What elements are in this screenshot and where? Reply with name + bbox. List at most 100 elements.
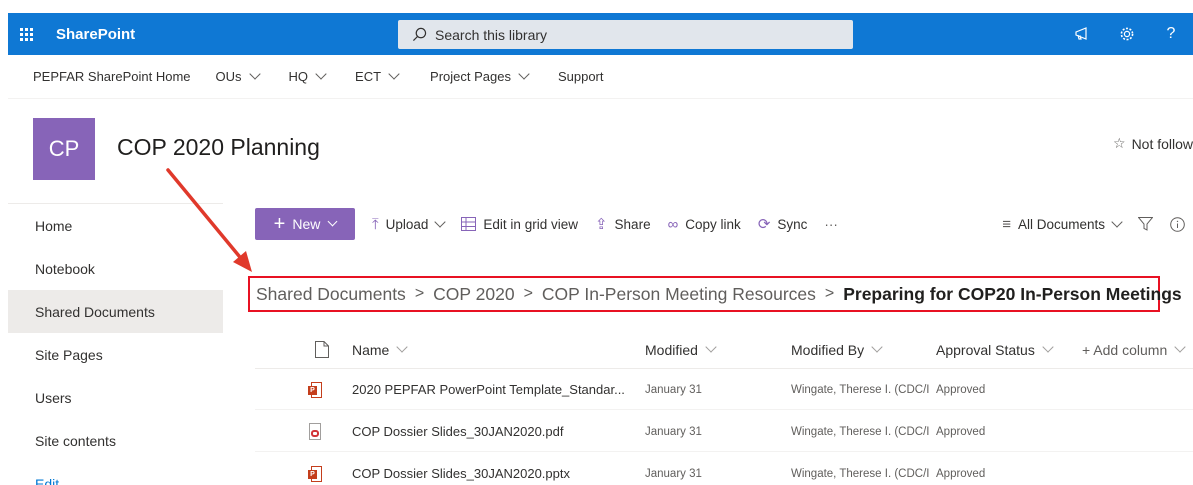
powerpoint-file-icon: P [308,381,322,398]
filter-icon [1138,217,1153,231]
modified-by[interactable]: Wingate, Therese I. (CDC/I [791,411,929,452]
link-icon: ∞ [667,215,679,233]
edit-grid-view-button[interactable]: Edit in grid view [461,217,578,232]
hub-nav-label: Support [557,69,604,84]
hub-nav-item[interactable]: HQ [288,68,327,84]
app-launcher-button[interactable] [8,13,44,55]
breadcrumb: Shared Documents > COP 2020 > COP In-Per… [248,276,1182,312]
left-navigation: Home Notebook Shared Documents Site Page… [8,203,223,485]
hub-navigation: PEPFAR SharePoint Home OUs HQ ECT Projec… [8,55,1193,99]
chevron-down-icon [434,215,447,228]
app-name-link[interactable]: SharePoint [56,26,135,43]
upload-button[interactable]: ⤒ Upload [372,215,447,233]
nav-item-home[interactable]: Home [8,204,223,247]
column-header-modified[interactable]: Modified [645,341,717,358]
nav-item-notebook[interactable]: Notebook [8,247,223,290]
breadcrumb-item[interactable]: COP 2020 [433,284,514,305]
file-type-icon[interactable] [315,341,329,358]
nav-item-users[interactable]: Users [8,376,223,419]
follow-label: Not follow [1131,135,1193,152]
hub-nav-item[interactable]: Project Pages [430,68,530,84]
hub-nav-item[interactable]: OUs [215,68,261,84]
copy-link-button[interactable]: ∞ Copy link [668,216,741,233]
nav-item-shared-documents[interactable]: Shared Documents [8,290,223,333]
view-label: All Documents [1017,216,1105,232]
modified-by[interactable]: Wingate, Therese I. (CDC/I [791,453,929,485]
column-header-modified-by[interactable]: Modified By [791,341,883,358]
approval-status: Approved [936,425,986,438]
sync-icon: ⟳ [757,216,771,233]
chevron-right-icon: > [824,285,835,302]
chevron-right-icon: > [414,285,425,302]
file-name-link[interactable]: COP Dossier Slides_30JAN2020.pptx [352,453,570,485]
grid-icon [461,217,477,231]
column-header-label: Modified By [791,341,865,358]
hub-nav-label: Project Pages [430,69,511,84]
hub-nav-item[interactable]: ECT [355,68,400,84]
column-header-name[interactable]: Name [352,341,409,358]
table-row[interactable]: COP Dossier Slides_30JAN2020.pdf January… [255,411,1193,452]
chevron-down-icon [396,341,409,353]
chevron-down-icon [248,68,261,80]
star-icon: ☆ [1113,135,1126,151]
hub-nav-label: HQ [288,69,309,84]
chevron-down-icon [518,68,530,80]
chevron-down-icon [315,68,327,80]
new-button[interactable]: + New [255,208,355,240]
view-list-icon: ≡ [1002,215,1011,233]
powerpoint-file-icon: P [308,465,322,482]
site-title[interactable]: COP 2020 Planning [117,134,320,161]
gear-icon[interactable] [1105,13,1149,55]
info-button[interactable] [1170,216,1185,232]
help-icon[interactable]: ? [1149,13,1193,55]
file-name-link[interactable]: COP Dossier Slides_30JAN2020.pdf [352,411,564,452]
chevron-right-icon: > [523,285,533,302]
add-column-label: + Add column [1082,341,1168,358]
megaphone-icon[interactable] [1061,13,1105,55]
nav-edit-link[interactable]: Edit [8,462,223,485]
info-icon [1170,216,1185,232]
add-column-button[interactable]: + Add column [1082,341,1186,358]
chevron-down-icon [705,341,717,353]
share-button[interactable]: ⇪ Share [595,215,651,233]
hub-nav-item[interactable]: Support [558,69,604,84]
column-header-label: Approval Status [936,341,1035,358]
file-name-link[interactable]: 2020 PEPFAR PowerPoint Template_Standar.… [352,369,625,410]
chevron-down-icon [1174,341,1186,353]
chevron-down-icon [1042,341,1054,353]
modified-by[interactable]: Wingate, Therese I. (CDC/I [791,369,929,410]
nav-item-site-contents[interactable]: Site contents [8,419,223,462]
waffle-icon [19,27,33,41]
hub-nav-label: ECT [355,69,382,84]
filter-button[interactable] [1138,217,1153,231]
column-header-label: Name [352,341,390,358]
hub-nav-label: OUs [215,69,242,84]
more-button[interactable]: ··· [824,217,838,232]
search-placeholder: Search this library [435,26,548,43]
column-header-label: Modified [645,341,698,358]
search-box[interactable]: Search this library [398,20,853,49]
view-selector[interactable]: ≡ All Documents [1002,215,1123,233]
table-row[interactable]: P 2020 PEPFAR PowerPoint Template_Standa… [255,369,1193,410]
list-header: Name Modified Modified By Approval Statu… [255,331,1193,369]
nav-item-site-pages[interactable]: Site Pages [8,333,223,376]
chevron-down-icon [1111,215,1123,228]
hub-nav-item[interactable]: PEPFAR SharePoint Home [33,69,191,84]
site-logo[interactable]: CP [33,118,95,180]
copy-link-label: Copy link [685,216,741,232]
edit-grid-label: Edit in grid view [483,216,578,232]
breadcrumb-item[interactable]: Shared Documents [256,284,406,305]
upload-icon: ⤒ [372,215,379,233]
follow-button[interactable]: ☆ Not follow [1113,135,1193,152]
modified-date: January 31 [645,383,702,396]
chevron-down-icon [388,68,400,80]
suite-bar: SharePoint Search this library ? [8,13,1193,55]
column-header-approval-status[interactable]: Approval Status [936,341,1054,358]
breadcrumb-current: Preparing for COP20 In-Person Meetings [843,283,1182,304]
share-icon: ⇪ [594,216,608,233]
more-icon: ··· [824,216,838,232]
chevron-down-icon [327,216,338,227]
table-row[interactable]: P COP Dossier Slides_30JAN2020.pptx Janu… [255,453,1193,485]
sync-button[interactable]: ⟳ Sync [758,215,808,233]
breadcrumb-item[interactable]: COP In-Person Meeting Resources [542,284,816,305]
